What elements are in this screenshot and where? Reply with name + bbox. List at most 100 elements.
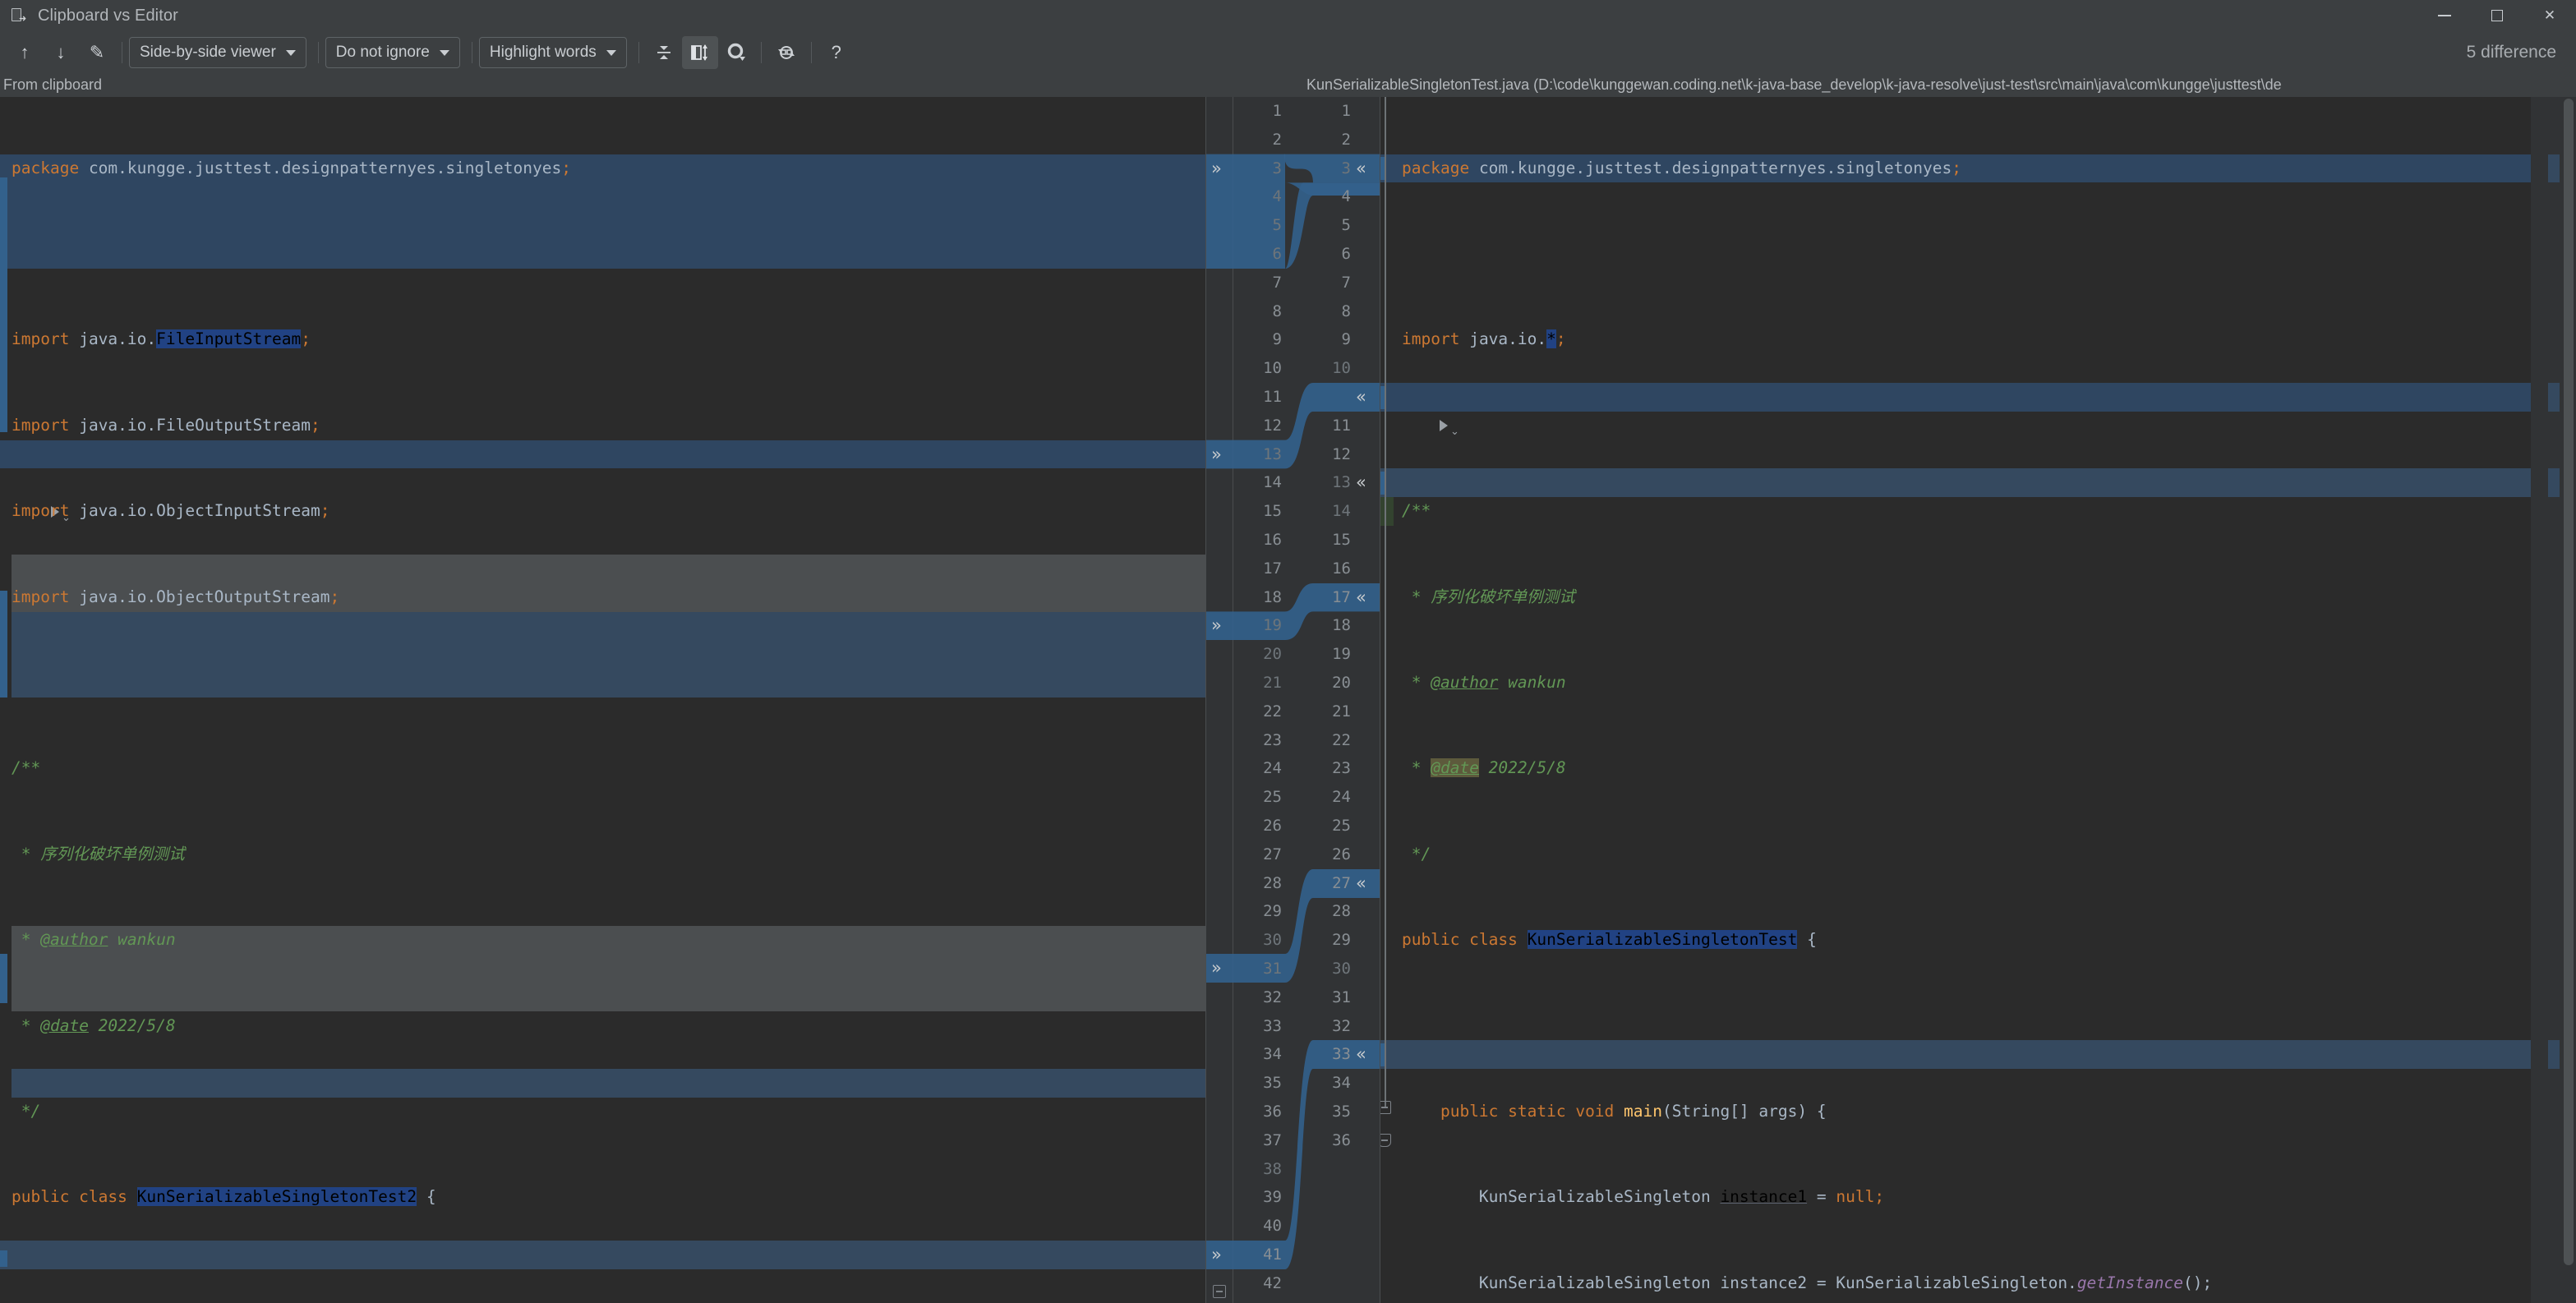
line-number: 25 xyxy=(1332,817,1351,835)
toolbar-separator-5 xyxy=(760,42,762,63)
apply-right-chevron[interactable]: » xyxy=(1211,954,1222,983)
line-number: 10 xyxy=(1332,359,1351,378)
line-number: 21 xyxy=(1332,702,1351,721)
chevron-down-icon xyxy=(439,49,449,56)
line-number: 9 xyxy=(1341,330,1351,349)
window-controls: ✕ xyxy=(2418,0,2576,31)
ignore-policy-value: Do not ignore xyxy=(335,44,430,61)
apply-left-chevron[interactable]: « xyxy=(1356,583,1366,612)
line-number: 32 xyxy=(1332,1016,1351,1035)
line-number: 36 xyxy=(1332,1130,1351,1149)
apply-left-chevron[interactable]: « xyxy=(1356,869,1366,898)
apply-left-chevron[interactable]: « xyxy=(1356,383,1366,412)
line-number: 19 xyxy=(1263,616,1282,635)
line-number: 23 xyxy=(1263,730,1282,749)
right-editor-pane[interactable]: package com.kungge.justtest.designpatter… xyxy=(1380,97,2531,1303)
line-number: 30 xyxy=(1332,960,1351,978)
left-file-label: From clipboard xyxy=(3,76,103,93)
previous-difference-icon[interactable]: ↑ xyxy=(7,36,43,69)
line-number: 17 xyxy=(1332,587,1351,606)
line-number: 1 xyxy=(1341,102,1351,120)
code-line: * @author wankun xyxy=(1402,672,1566,692)
code-line: import java.io.ObjectInputStream; xyxy=(12,501,330,521)
viewer-mode-dropdown[interactable]: Side-by-side viewer xyxy=(129,37,306,68)
apply-left-chevron[interactable]: « xyxy=(1356,468,1366,497)
file-label-bar: From clipboard KunSerializableSingletonT… xyxy=(0,74,2576,97)
toolbar-separator-2 xyxy=(317,42,319,63)
diff-toolbar: ↑ ↓ ✎ Side-by-side viewer Do not ignore … xyxy=(0,31,2576,74)
line-number: 24 xyxy=(1332,788,1351,807)
line-number: 19 xyxy=(1332,645,1351,664)
line-number: 17 xyxy=(1263,559,1282,578)
code-line-run-marker xyxy=(0,1269,1206,1298)
gear-icon[interactable] xyxy=(718,36,754,69)
code-line-run-marker xyxy=(1380,1012,2531,1041)
code-line: import java.io.ObjectOutputStream; xyxy=(12,587,340,606)
refresh-icon[interactable] xyxy=(768,36,804,69)
line-number: 36 xyxy=(1263,1103,1282,1121)
help-icon[interactable]: ? xyxy=(818,36,855,69)
scrollbar-column[interactable] xyxy=(2531,97,2576,1303)
scrollbar-diff-mark xyxy=(2548,154,2560,183)
line-number: 8 xyxy=(1341,302,1351,320)
diff-viewer-window: ➜ Clipboard vs Editor ✕ ↑ ↓ ✎ Side-by-si… xyxy=(0,0,2576,1303)
line-number: 5 xyxy=(1341,216,1351,235)
ignore-policy-dropdown[interactable]: Do not ignore xyxy=(325,37,460,68)
left-editor-pane[interactable]: package com.kungge.justtest.designpatter… xyxy=(0,97,1206,1303)
line-number: 33 xyxy=(1263,1016,1282,1035)
line-number: 39 xyxy=(1263,1188,1282,1207)
right-code-content[interactable]: package com.kungge.justtest.designpatter… xyxy=(1380,97,2531,1303)
line-number: 11 xyxy=(1263,388,1282,406)
code-line: public static void main(String[] args) { xyxy=(1440,1101,1827,1121)
minimize-button[interactable] xyxy=(2418,0,2471,31)
code-line: import java.io.FileOutputStream; xyxy=(12,415,320,435)
next-difference-icon[interactable]: ↓ xyxy=(43,36,79,69)
scrollbar-thumb[interactable] xyxy=(2564,99,2574,1265)
line-number: 15 xyxy=(1263,502,1282,521)
line-number: 15 xyxy=(1332,531,1351,549)
code-line: */ xyxy=(12,1101,41,1121)
line-number: 6 xyxy=(1272,245,1282,263)
line-number: 42 xyxy=(1263,1273,1282,1292)
code-line: KunSerializableSingleton instance2 = Kun… xyxy=(1478,1273,2213,1292)
line-number: 4 xyxy=(1272,187,1282,206)
line-number: 24 xyxy=(1263,759,1282,778)
scrollbar-diff-mark xyxy=(2548,383,2560,412)
line-number: 9 xyxy=(1272,330,1282,349)
edit-source-icon[interactable]: ✎ xyxy=(79,36,115,69)
line-number: 38 xyxy=(1263,1159,1282,1178)
line-number: 34 xyxy=(1263,1045,1282,1064)
code-line: */ xyxy=(1402,844,1431,863)
apply-right-chevron[interactable]: » xyxy=(1211,1241,1222,1269)
apply-right-chevron[interactable]: » xyxy=(1211,611,1222,640)
close-button[interactable]: ✕ xyxy=(2523,0,2576,31)
line-number: 26 xyxy=(1332,845,1351,863)
collapse-unchanged-icon[interactable] xyxy=(646,36,682,69)
apply-right-chevron[interactable]: » xyxy=(1211,440,1222,469)
window-title: Clipboard vs Editor xyxy=(38,6,178,25)
line-number: 35 xyxy=(1263,1074,1282,1093)
apply-left-chevron[interactable]: « xyxy=(1356,1040,1366,1069)
line-number: 6 xyxy=(1341,245,1351,263)
line-number: 11 xyxy=(1332,416,1351,435)
left-code-content[interactable]: package com.kungge.justtest.designpatter… xyxy=(0,97,1206,1303)
line-number: 27 xyxy=(1332,873,1351,892)
highlight-mode-dropdown[interactable]: Highlight words xyxy=(478,37,627,68)
diff-panes: package com.kungge.justtest.designpatter… xyxy=(0,97,2576,1303)
code-line: /** xyxy=(12,758,41,778)
line-number: 2 xyxy=(1272,130,1282,149)
code-line: package com.kungge.justtest.designpatter… xyxy=(12,158,571,177)
difference-count-label: 5 difference xyxy=(2466,43,2556,62)
fold-marker-icon[interactable] xyxy=(1213,1285,1226,1298)
line-number: 16 xyxy=(1332,559,1351,578)
apply-left-chevron[interactable]: « xyxy=(1356,154,1366,183)
maximize-button[interactable] xyxy=(2471,0,2523,31)
sync-scroll-icon[interactable] xyxy=(681,36,718,69)
code-line: * @author wankun xyxy=(12,930,176,950)
fold-end-icon[interactable] xyxy=(1380,1134,1391,1147)
diff-connector-shapes xyxy=(1206,154,1380,1269)
apply-right-chevron[interactable]: » xyxy=(1211,154,1222,183)
toolbar-separator-6 xyxy=(810,42,812,63)
